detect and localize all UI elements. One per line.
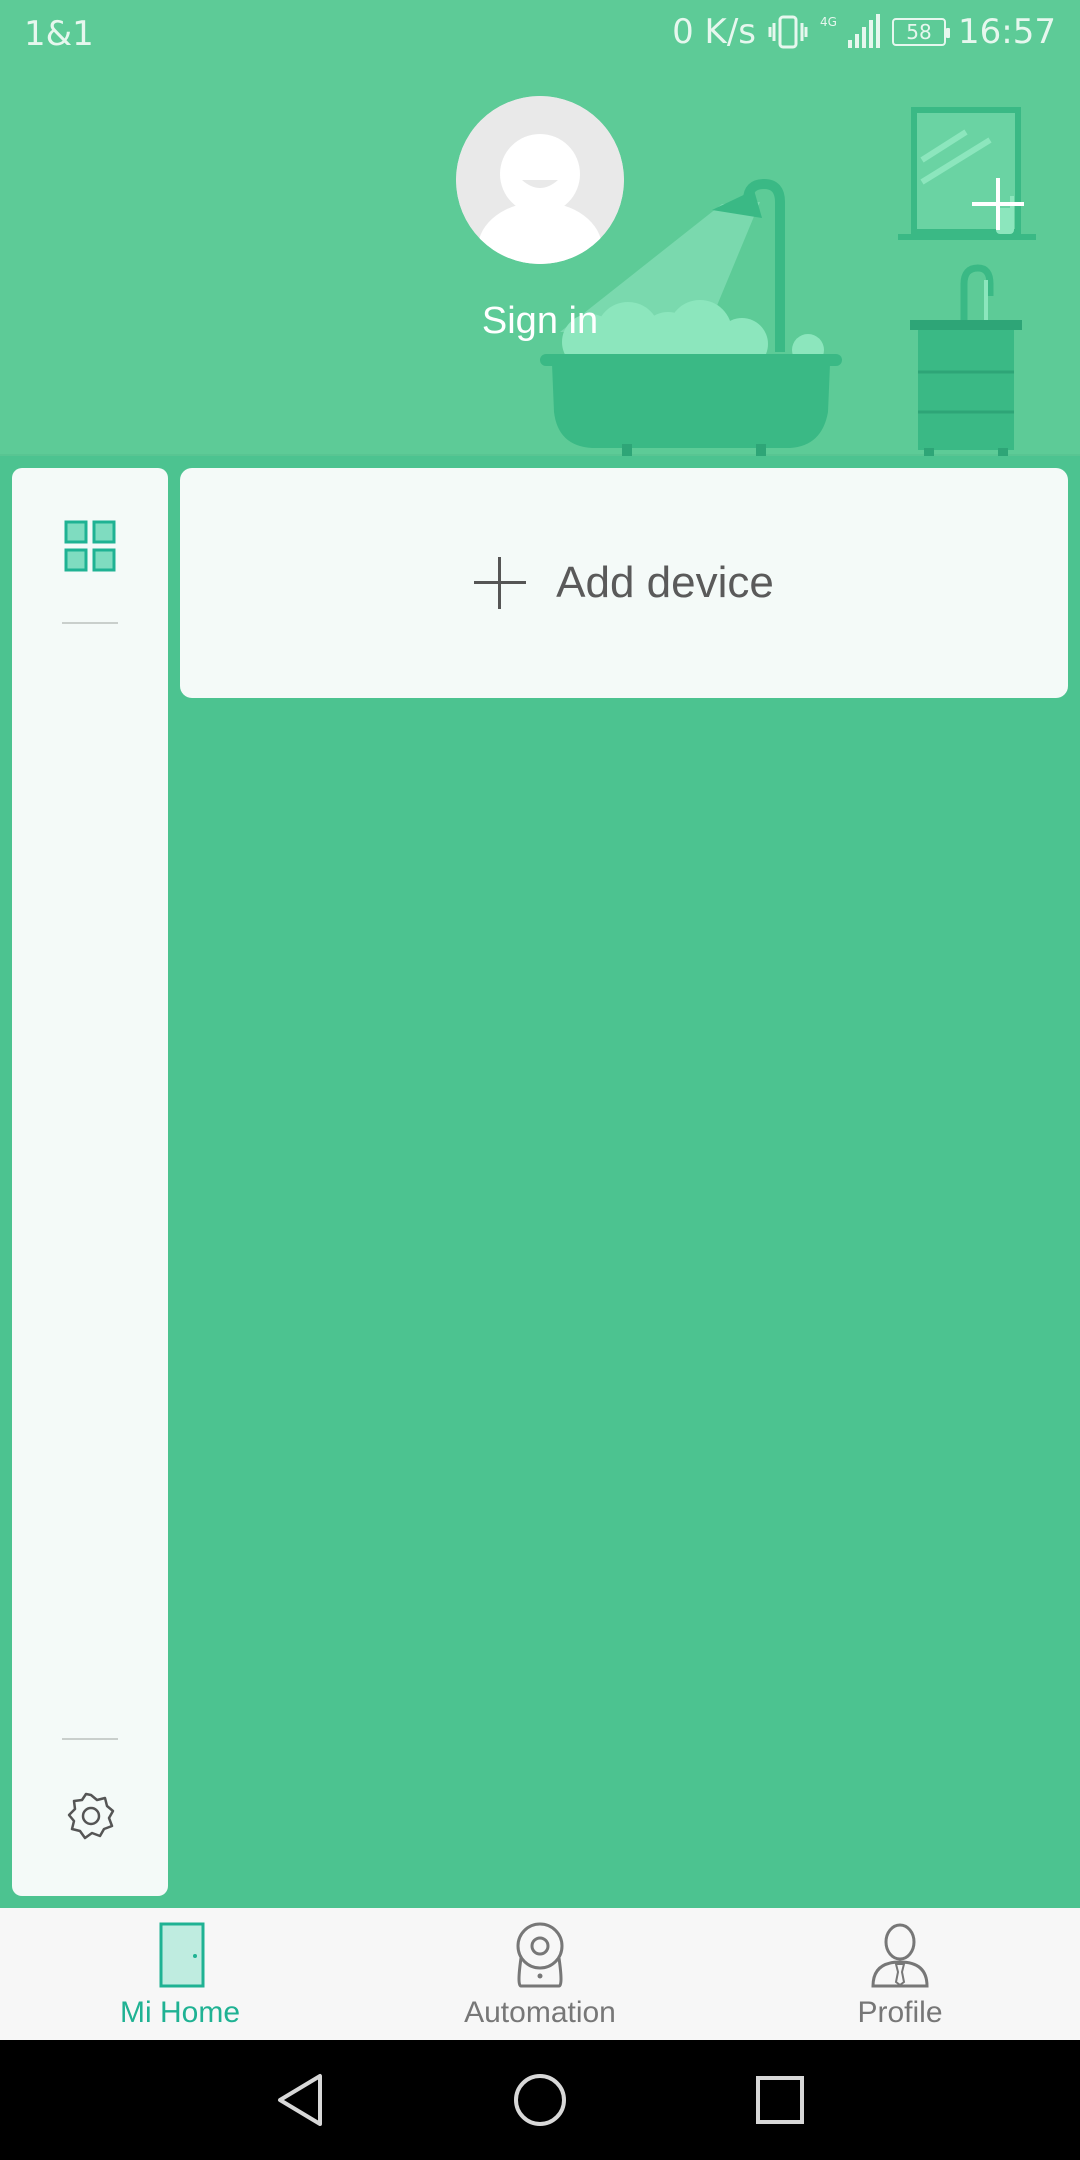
add-device-button[interactable]: Add device [180,468,1068,698]
sidebar-divider-bottom [62,1738,118,1740]
tab-profile[interactable]: Profile [720,1908,1080,2040]
tab-label: Automation [464,1996,616,2029]
tab-mi-home[interactable]: Mi Home [0,1908,360,2040]
header: Sign in [0,72,1080,456]
tab-automation[interactable]: Automation [360,1908,720,2040]
avatar[interactable] [456,96,624,264]
camera-icon [516,1922,564,1988]
bottom-nav: Mi Home Automation Profile [0,1908,1080,2040]
plus-icon [474,557,527,609]
add-button[interactable] [966,172,1030,236]
carrier-label: 1&1 [24,14,94,54]
gear-icon[interactable] [66,1792,116,1842]
tab-label: Mi Home [119,1996,240,2029]
vibrate-icon [768,15,808,49]
tab-label: Profile [857,1996,943,2029]
recents-icon[interactable] [748,2068,812,2132]
network-type-label: 4G [820,15,837,29]
status-bar: 1&1 0 K/s 4G 58 16:57 [0,0,1080,72]
system-nav-bar [0,2040,1080,2160]
network-speed: 0 K/s [672,12,757,52]
sidebar-divider-top [62,622,118,624]
grid-icon[interactable] [64,520,116,572]
status-right: 0 K/s 4G 58 16:57 [672,12,1056,52]
door-icon [159,1922,205,1988]
person-icon [871,1923,929,1988]
back-icon[interactable] [270,2068,334,2132]
default-avatar-icon [456,96,624,264]
add-device-label: Add device [556,558,774,607]
sign-in-link[interactable]: Sign in [0,300,1080,343]
home-icon[interactable] [508,2068,572,2132]
signal-icon: 4G [820,14,881,50]
sidebar [12,468,168,1896]
clock: 16:57 [958,12,1056,52]
battery-indicator: 58 [892,18,951,46]
